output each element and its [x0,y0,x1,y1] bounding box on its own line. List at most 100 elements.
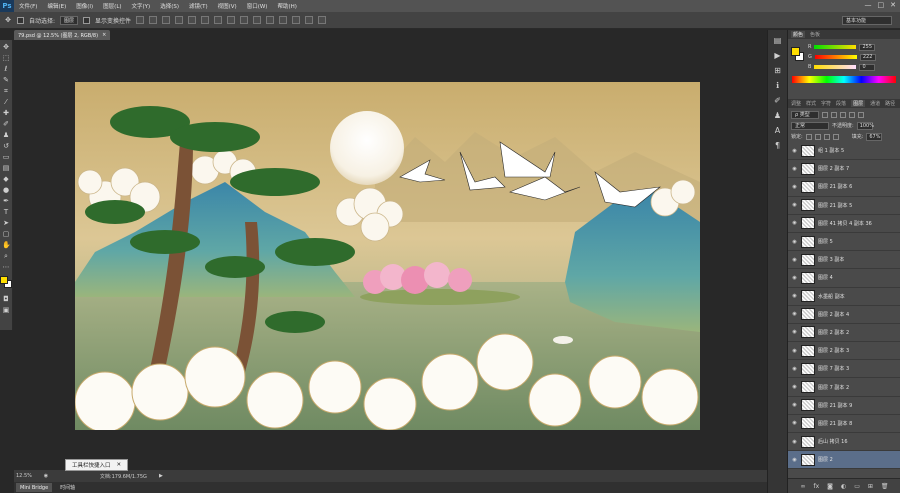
align-top-icon[interactable] [136,16,145,24]
layer-style-icon[interactable]: fx [813,483,819,490]
3d-mode-icon[interactable] [292,16,301,24]
visibility-eye-icon[interactable]: ◉ [791,293,798,299]
lock-all-icon[interactable] [832,133,839,140]
auto-select-dropdown[interactable]: 图层 [60,15,79,25]
visibility-eye-icon[interactable]: ◉ [791,148,798,154]
paragraph-panel-icon[interactable]: ¶ [773,141,783,151]
crop-tool-icon[interactable]: ⌗ [2,87,10,95]
visibility-eye-icon[interactable]: ◉ [791,366,798,372]
menu-view[interactable]: 视图(V) [213,2,242,10]
visibility-eye-icon[interactable]: ◉ [791,184,798,190]
distribute-middle-icon[interactable] [227,16,236,24]
new-adjustment-icon[interactable]: ◐ [841,483,846,490]
menu-file[interactable]: 文件(F) [14,2,42,10]
tooltip-close-icon[interactable]: ✕ [117,462,122,468]
menu-layer[interactable]: 图层(L) [98,2,126,10]
fill-input[interactable]: 67% [866,132,883,141]
blue-slider[interactable] [814,65,857,69]
more-tools-icon[interactable]: ⋯ [2,263,10,271]
character-panel-icon[interactable]: A [773,126,783,136]
layer-row[interactable]: ◉ 图层 21 副本 6 [788,178,900,197]
distribute-left-icon[interactable] [253,16,262,24]
red-value-input[interactable]: 255 [859,43,876,51]
maximize-button[interactable]: □ [878,1,885,9]
layer-row[interactable]: ◉ 水墨船 副本 [788,288,900,306]
align-right-icon[interactable] [201,16,210,24]
marquee-tool-icon[interactable]: ⬚ [2,54,10,62]
link-layers-icon[interactable]: ∞ [800,483,805,490]
green-slider[interactable] [814,55,857,59]
3d-rotate-icon[interactable] [305,16,314,24]
color-swatches[interactable] [0,276,12,288]
visibility-eye-icon[interactable]: ◉ [791,384,798,390]
color-spectrum-bar[interactable] [792,76,896,83]
visibility-eye-icon[interactable]: ◉ [791,439,798,445]
actions-panel-icon[interactable]: ▶ [773,51,783,61]
menu-edit[interactable]: 编辑(E) [42,2,71,10]
shape-tool-icon[interactable]: ▢ [2,230,10,238]
blend-mode-dropdown[interactable]: 正常 [791,121,829,130]
layer-row[interactable]: ◉ 图层 21 副本 8 [788,415,900,433]
opacity-input[interactable]: 100% [856,121,874,130]
align-center-icon[interactable] [188,16,197,24]
type-tool-icon[interactable]: T [2,208,10,216]
visibility-eye-icon[interactable]: ◉ [791,166,798,172]
visibility-eye-icon[interactable]: ◉ [791,275,798,281]
3d-pan-icon[interactable] [318,16,327,24]
close-button[interactable]: ✕ [890,1,896,9]
visibility-eye-icon[interactable]: ◉ [791,457,798,463]
filter-shape-icon[interactable] [849,111,855,118]
eraser-tool-icon[interactable]: ▭ [2,153,10,161]
distribute-bottom-icon[interactable] [240,16,249,24]
adjust-panel-icon[interactable]: ⊞ [773,66,783,76]
layer-row[interactable]: ◉ 组 1 副本 5 [788,142,900,161]
auto-select-checkbox[interactable] [17,16,24,24]
brush-tool-icon[interactable]: ✐ [2,120,10,128]
layer-row[interactable]: ◉ 图层 2 副本 3 [788,342,900,361]
layer-row[interactable]: ◉ 图层 4 [788,269,900,288]
quick-select-tool-icon[interactable]: ✎ [2,76,10,84]
tab-mini-bridge[interactable]: Mini Bridge [16,483,53,492]
menu-help[interactable]: 帮助(H) [272,2,301,10]
visibility-eye-icon[interactable]: ◉ [791,402,798,408]
move-tool-icon[interactable]: ✥ [2,43,10,51]
hand-tool-icon[interactable]: ✋ [2,241,11,249]
lock-image-icon[interactable] [814,133,821,140]
tab-paths[interactable]: 路径 [885,100,895,107]
document-tab-close-icon[interactable]: × [102,32,106,38]
panel-foreground-swatch[interactable] [791,47,800,56]
minimize-button[interactable]: — [865,1,872,9]
layer-row-selected[interactable]: ◉ 图层 2 [788,451,900,470]
filter-type-icon[interactable] [840,111,846,118]
status-indicator-icon[interactable]: ◉ [42,472,50,480]
lock-position-icon[interactable] [823,133,830,140]
zoom-level[interactable]: 12.5% [16,473,32,479]
menu-filter[interactable]: 滤镜(T) [184,2,213,10]
blur-tool-icon[interactable]: ◆ [2,175,10,183]
toolbar-shortcut-tooltip[interactable]: 工具栏快捷入口 ✕ [65,459,129,471]
layer-row[interactable]: ◉ 图层 3 副本 [788,251,900,270]
artwork-canvas[interactable] [75,82,700,430]
align-middle-icon[interactable] [149,16,158,24]
properties-panel-icon[interactable]: ℹ [773,81,783,91]
filter-adjust-icon[interactable] [831,111,837,118]
filter-smart-icon[interactable] [858,111,864,118]
tab-paragraph[interactable]: 段落 [836,100,846,107]
tab-channels[interactable]: 通道 [870,100,880,107]
delete-layer-icon[interactable]: 🗑 [881,483,889,490]
distribute-right-icon[interactable] [279,16,288,24]
quick-mask-icon[interactable]: ◘ [2,295,10,303]
path-select-tool-icon[interactable]: ➤ [2,219,10,227]
stamp-tool-icon[interactable]: ♟ [2,131,10,139]
visibility-eye-icon[interactable]: ◉ [791,257,798,263]
layer-row[interactable]: ◉ 图层 7 副本 3 [788,360,900,379]
history-panel-icon[interactable]: ▤ [773,36,783,46]
show-transform-checkbox[interactable] [83,16,91,24]
visibility-eye-icon[interactable]: ◉ [791,202,798,208]
foreground-color-swatch[interactable] [0,276,8,284]
visibility-eye-icon[interactable]: ◉ [791,311,798,317]
add-mask-icon[interactable]: ◙ [827,483,833,490]
layer-filter-dropdown[interactable]: ρ 类型 [791,110,819,119]
eyedropper-tool-icon[interactable]: ⁄ [2,98,10,106]
screen-mode-icon[interactable]: ▣ [2,306,10,314]
